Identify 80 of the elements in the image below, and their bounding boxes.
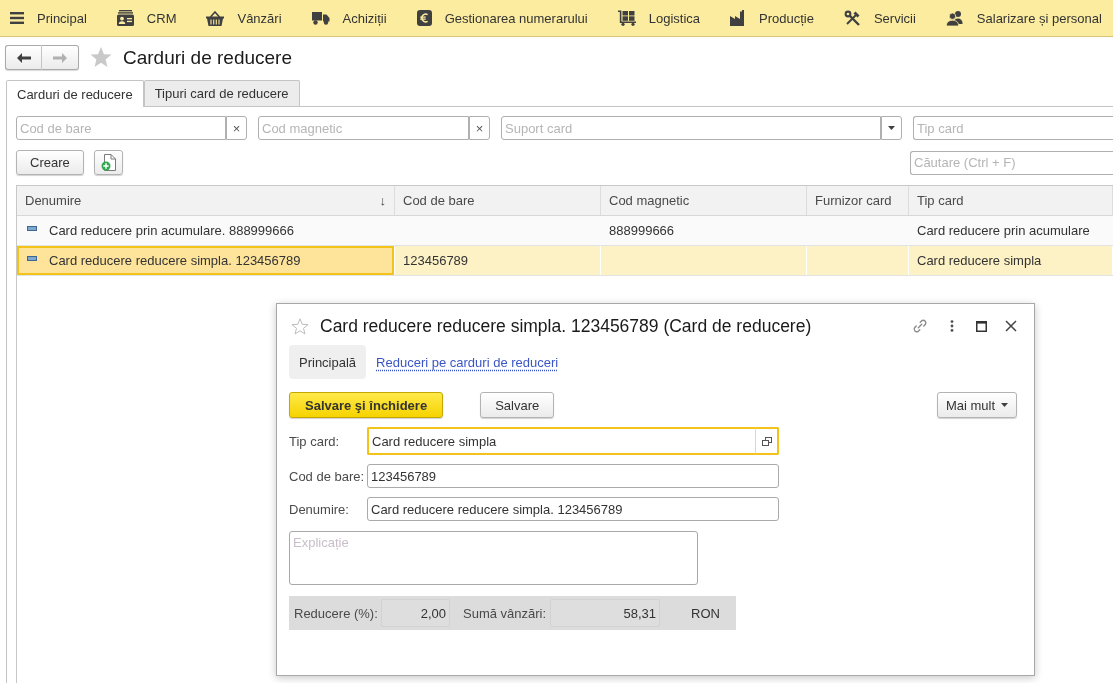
basket-icon — [206, 10, 225, 26]
cart-icon — [617, 10, 636, 26]
table-cell-text: Card reducere prin acumulare — [916, 222, 1091, 240]
menu-icon — [10, 12, 24, 24]
window-icon — [761, 436, 772, 446]
table-row[interactable]: Card reducere reducere simpla. 123456789 123456789 Card reducere simpla — [17, 246, 1113, 276]
field-label: Tip card: — [289, 433, 341, 449]
factory-icon — [730, 10, 746, 26]
name-text: Card reducere prin acumulare. 888999666 — [49, 223, 294, 238]
people-icon — [945, 10, 964, 26]
star-icon[interactable] — [90, 47, 112, 68]
menu-item[interactable]: Producție — [730, 10, 814, 26]
back-button[interactable] — [5, 45, 42, 70]
clear-button[interactable]: × — [469, 116, 490, 140]
table-row[interactable]: Card reducere prin acumulare. 888999666 888999666 Card reducere prin acumulare — [17, 216, 1113, 246]
field-label: Denumire: — [289, 501, 350, 517]
tab[interactable]: Principală — [289, 345, 367, 379]
menu-item[interactable]: Gestionarea numerarului — [416, 10, 588, 26]
close-icon[interactable] — [1005, 320, 1017, 332]
value-field: 2,00 — [381, 599, 450, 627]
summary-label: Reducere (%): — [294, 605, 379, 621]
document-plus-icon — [100, 154, 116, 171]
menu-item[interactable]: Logistica — [617, 10, 700, 26]
back-arrow-icon — [16, 52, 31, 63]
menu-item[interactable]: CRM — [116, 10, 177, 26]
input-field[interactable]: 123456789 — [367, 464, 779, 488]
filter-field[interactable]: Cod magnetic — [258, 116, 469, 140]
save-button[interactable]: Salvare — [480, 392, 555, 418]
forward-arrow-icon — [53, 52, 67, 63]
comment-field[interactable]: Explicație — [289, 531, 698, 585]
current-cell[interactable]: Card reducere reducere simpla. 123456789 — [17, 246, 395, 275]
table-cell-text: 888999666 — [608, 222, 676, 240]
filter-field[interactable]: Suport card — [501, 116, 881, 140]
caret-icon — [888, 126, 895, 130]
dash-icon — [27, 256, 37, 261]
tools-icon — [843, 9, 861, 27]
contact-card-icon — [116, 10, 134, 26]
more-button[interactable]: Mai mult — [936, 392, 1017, 418]
column-header: Cod de bare — [403, 193, 475, 208]
add-button[interactable] — [93, 150, 123, 175]
euro-icon — [416, 10, 432, 26]
summary-label: Sumă vânzări: — [463, 605, 548, 621]
tab[interactable]: Carduri de reducere — [6, 80, 144, 107]
maximize-icon[interactable] — [976, 320, 987, 332]
save-and-close-button[interactable]: Salvare şi închidere — [289, 392, 444, 418]
column-header: Cod magnetic — [609, 193, 690, 208]
caret-icon — [1001, 403, 1008, 407]
menu-item[interactable]: Servicii — [843, 9, 916, 27]
dropdown-button[interactable] — [881, 116, 902, 140]
column-header: Denumire — [25, 193, 82, 208]
truck-icon — [311, 11, 330, 25]
menu-item[interactable]: Achiziții — [311, 10, 387, 26]
tab[interactable]: Tipuri card de reducere — [143, 80, 300, 106]
name-text: Card reducere reducere simpla. 123456789 — [49, 253, 301, 268]
tab-link[interactable]: Reduceri pe carduri de reduceri — [366, 345, 569, 379]
input-field[interactable]: Card reducere reducere simpla. 123456789 — [367, 497, 779, 521]
page-title: Carduri de reducere — [123, 46, 292, 69]
search-field[interactable]: Căutare (Ctrl + F) — [910, 150, 1113, 175]
sort-indicator: ↓ — [379, 193, 386, 208]
link-icon[interactable] — [912, 318, 928, 334]
clear-button[interactable]: × — [226, 116, 247, 140]
column-header: Furnizor card — [815, 193, 892, 208]
input-field[interactable]: Card reducere simpla — [367, 427, 755, 455]
more-icon[interactable] — [950, 320, 954, 332]
filter-field[interactable]: Cod de bare — [16, 116, 226, 140]
table-cell: 123456789 — [395, 246, 601, 275]
dialog-title: Card reducere reducere simpla. 123456789 (Card de reducere) — [320, 315, 812, 337]
table-cell: Card reducere simpla — [909, 246, 1113, 275]
create-button[interactable]: Creare — [16, 150, 84, 175]
dash-icon — [27, 226, 37, 231]
star-icon[interactable] — [291, 317, 309, 335]
menu-item[interactable]: Salarizare și personal — [945, 10, 1102, 26]
value-field: 58,31 — [550, 599, 660, 627]
filter-field[interactable]: Tip card — [913, 116, 1113, 140]
open-button[interactable] — [755, 427, 779, 455]
field-label: Cod de bare: — [289, 468, 366, 484]
menu-item[interactable]: Principal — [10, 10, 87, 26]
menu-item[interactable]: Vânzări — [206, 10, 282, 26]
currency-label: RON — [691, 605, 720, 621]
column-header: Tip card — [917, 193, 964, 208]
